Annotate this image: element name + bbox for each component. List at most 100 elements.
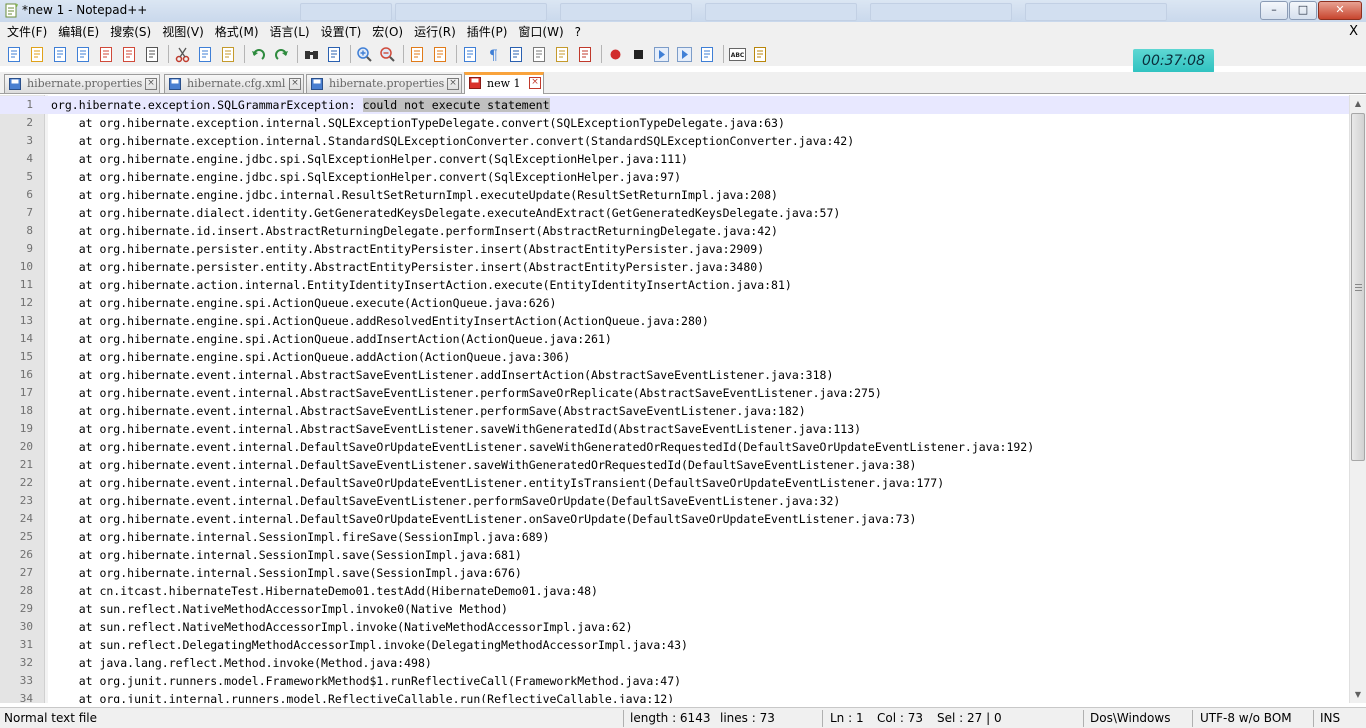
editor-line[interactable]: 22 at org.hibernate.event.internal.Defau…	[0, 474, 1349, 492]
scrollbar-thumb[interactable]	[1351, 113, 1365, 461]
save-icon[interactable]	[52, 46, 69, 63]
menu-item-9[interactable]: 插件(P)	[460, 22, 512, 42]
play-macro-icon[interactable]	[653, 46, 670, 63]
menu-item-7[interactable]: 宏(O)	[365, 22, 407, 42]
editor-line[interactable]: 2 at org.hibernate.exception.internal.SQ…	[0, 114, 1349, 132]
udl-icon[interactable]	[531, 46, 548, 63]
toolbar-separator	[297, 45, 298, 63]
editor-line[interactable]: 5 at org.hibernate.engine.jdbc.spi.SqlEx…	[0, 168, 1349, 186]
print-icon[interactable]	[144, 46, 161, 63]
spell-check-icon[interactable]: ABC	[729, 46, 746, 63]
show-all-chars-icon[interactable]: ¶	[485, 46, 502, 63]
undo-icon[interactable]	[250, 46, 267, 63]
stop-record-icon[interactable]	[630, 46, 647, 63]
indent-guide-icon[interactable]	[508, 46, 525, 63]
editor-line[interactable]: 26 at org.hibernate.internal.SessionImpl…	[0, 546, 1349, 564]
code-text: at java.lang.reflect.Method.invoke(Metho…	[51, 656, 432, 670]
editor-line[interactable]: 33 at org.junit.runners.model.FrameworkM…	[0, 672, 1349, 690]
function-list-icon[interactable]	[577, 46, 594, 63]
sync-horizontal-icon[interactable]	[432, 46, 449, 63]
replace-icon[interactable]	[326, 46, 343, 63]
close-tab-icon[interactable]: ×	[447, 78, 459, 90]
editor-line[interactable]: 21 at org.hibernate.event.internal.Defau…	[0, 456, 1349, 474]
editor-line[interactable]: 32 at java.lang.reflect.Method.invoke(Me…	[0, 654, 1349, 672]
editor-line[interactable]: 8 at org.hibernate.id.insert.AbstractRet…	[0, 222, 1349, 240]
zoom-in-icon[interactable]	[356, 46, 373, 63]
close-tab-icon[interactable]: ×	[529, 77, 541, 89]
editor-line[interactable]: 29 at sun.reflect.NativeMethodAccessorIm…	[0, 600, 1349, 618]
editor-line[interactable]: 1 org.hibernate.exception.SQLGrammarExcep…	[0, 96, 1349, 114]
menu-item-6[interactable]: 设置(T)	[314, 22, 366, 42]
status-file-type: Normal text file	[4, 711, 98, 725]
editor-line[interactable]: 13 at org.hibernate.engine.spi.ActionQue…	[0, 312, 1349, 330]
close-icon[interactable]	[98, 46, 115, 63]
editor-line[interactable]: 11 at org.hibernate.action.internal.Enti…	[0, 276, 1349, 294]
timer-display: 00:37:08	[1133, 49, 1214, 73]
tab-hibernate-properties-2[interactable]: hibernate.properties ×	[306, 74, 462, 93]
menu-item-11[interactable]: ?	[568, 22, 585, 42]
menu-item-2[interactable]: 搜索(S)	[103, 22, 155, 42]
editor-line[interactable]: 34 at org.junit.internal.runners.model.R…	[0, 690, 1349, 703]
tab-new-1[interactable]: new 1 ×	[464, 72, 544, 94]
editor-line[interactable]: 18 at org.hibernate.event.internal.Abstr…	[0, 402, 1349, 420]
cut-icon[interactable]	[174, 46, 191, 63]
vertical-scrollbar[interactable]: ▲ ▼	[1349, 95, 1366, 703]
minimize-button[interactable]: –	[1260, 1, 1288, 20]
find-icon[interactable]	[303, 46, 320, 63]
editor-line[interactable]: 25 at org.hibernate.internal.SessionImpl…	[0, 528, 1349, 546]
editor-line[interactable]: 6 at org.hibernate.engine.jdbc.internal.…	[0, 186, 1349, 204]
doc-map-icon[interactable]	[554, 46, 571, 63]
editor-line[interactable]: 23 at org.hibernate.event.internal.Defau…	[0, 492, 1349, 510]
zoom-out-icon[interactable]	[379, 46, 396, 63]
menu-item-4[interactable]: 格式(M)	[208, 22, 263, 42]
tab-hibernate-cfg-xml[interactable]: hibernate.cfg.xml ×	[164, 74, 304, 93]
editor-line[interactable]: 27 at org.hibernate.internal.SessionImpl…	[0, 564, 1349, 582]
editor-line[interactable]: 14 at org.hibernate.engine.spi.ActionQue…	[0, 330, 1349, 348]
close-tab-icon[interactable]: ×	[289, 78, 301, 90]
plugin-icon[interactable]	[752, 46, 769, 63]
copy-icon[interactable]	[197, 46, 214, 63]
maximize-button[interactable]: □	[1289, 1, 1317, 20]
tab-hibernate-properties[interactable]: hibernate.properties ×	[4, 74, 160, 93]
editor-line[interactable]: 9 at org.hibernate.persister.entity.Abst…	[0, 240, 1349, 258]
editor-line[interactable]: 24 at org.hibernate.event.internal.Defau…	[0, 510, 1349, 528]
menu-item-0[interactable]: 文件(F)	[0, 22, 51, 42]
menu-item-1[interactable]: 编辑(E)	[51, 22, 103, 42]
editor-line[interactable]: 30 at sun.reflect.NativeMethodAccessorIm…	[0, 618, 1349, 636]
word-wrap-icon[interactable]	[462, 46, 479, 63]
code-text: at org.hibernate.id.insert.AbstractRetur…	[51, 224, 778, 238]
scroll-down-icon[interactable]: ▼	[1350, 686, 1366, 703]
editor-line[interactable]: 12 at org.hibernate.engine.spi.ActionQue…	[0, 294, 1349, 312]
close-window-button[interactable]: ✕	[1318, 1, 1362, 20]
close-all-icon[interactable]	[121, 46, 138, 63]
menu-item-8[interactable]: 运行(R)	[407, 22, 460, 42]
editor-line[interactable]: 15 at org.hibernate.engine.spi.ActionQue…	[0, 348, 1349, 366]
save-all-icon[interactable]	[75, 46, 92, 63]
paste-icon[interactable]	[220, 46, 237, 63]
open-file-icon[interactable]	[29, 46, 46, 63]
editor-line[interactable]: 3 at org.hibernate.exception.internal.St…	[0, 132, 1349, 150]
editor-line[interactable]: 4 at org.hibernate.engine.jdbc.spi.SqlEx…	[0, 150, 1349, 168]
run-multiple-macro-icon[interactable]	[676, 46, 693, 63]
menu-item-5[interactable]: 语言(L)	[263, 22, 314, 42]
record-macro-icon[interactable]	[607, 46, 624, 63]
editor-line[interactable]: 28 at cn.itcast.hibernateTest.HibernateD…	[0, 582, 1349, 600]
close-tab-icon[interactable]: ×	[145, 78, 157, 90]
code-text: at org.hibernate.engine.spi.ActionQueue.…	[51, 332, 612, 346]
editor-line[interactable]: 31 at sun.reflect.DelegatingMethodAccess…	[0, 636, 1349, 654]
editor-line[interactable]: 19 at org.hibernate.event.internal.Abstr…	[0, 420, 1349, 438]
editor-line[interactable]: 16 at org.hibernate.event.internal.Abstr…	[0, 366, 1349, 384]
text-editor[interactable]: 1 org.hibernate.exception.SQLGrammarExcep…	[0, 95, 1366, 703]
new-file-icon[interactable]	[6, 46, 23, 63]
editor-line[interactable]: 10 at org.hibernate.persister.entity.Abs…	[0, 258, 1349, 276]
menu-item-3[interactable]: 视图(V)	[155, 22, 208, 42]
save-macro-icon[interactable]	[699, 46, 716, 63]
editor-line[interactable]: 7 at org.hibernate.dialect.identity.GetG…	[0, 204, 1349, 222]
scroll-up-icon[interactable]: ▲	[1350, 95, 1366, 112]
menu-item-10[interactable]: 窗口(W)	[511, 22, 567, 42]
redo-icon[interactable]	[273, 46, 290, 63]
editor-line[interactable]: 20 at org.hibernate.event.internal.Defau…	[0, 438, 1349, 456]
sync-vertical-icon[interactable]	[409, 46, 426, 63]
editor-line[interactable]: 17 at org.hibernate.event.internal.Abstr…	[0, 384, 1349, 402]
close-document-button[interactable]: X	[1349, 22, 1358, 42]
